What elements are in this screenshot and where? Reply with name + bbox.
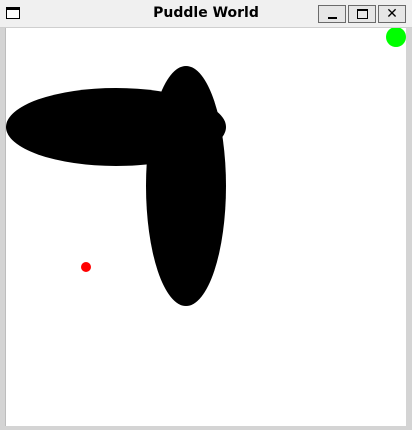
agent-marker — [81, 262, 91, 272]
window-menu-icon[interactable] — [6, 7, 20, 19]
puddle-world-scene — [6, 28, 407, 426]
maximize-icon — [356, 9, 368, 19]
minimize-button[interactable] — [318, 5, 346, 23]
close-button[interactable]: ✕ — [378, 5, 406, 23]
minimize-icon — [327, 17, 337, 19]
window-right-border — [406, 28, 412, 430]
window-bottom-border — [0, 426, 412, 430]
puddle-world-window: Puddle World ✕ — [0, 0, 412, 430]
close-icon: ✕ — [386, 6, 398, 22]
puddle-vertical — [146, 66, 226, 306]
game-canvas[interactable] — [5, 28, 407, 426]
title-bar[interactable]: Puddle World ✕ — [0, 0, 412, 28]
maximize-button[interactable] — [348, 5, 376, 23]
